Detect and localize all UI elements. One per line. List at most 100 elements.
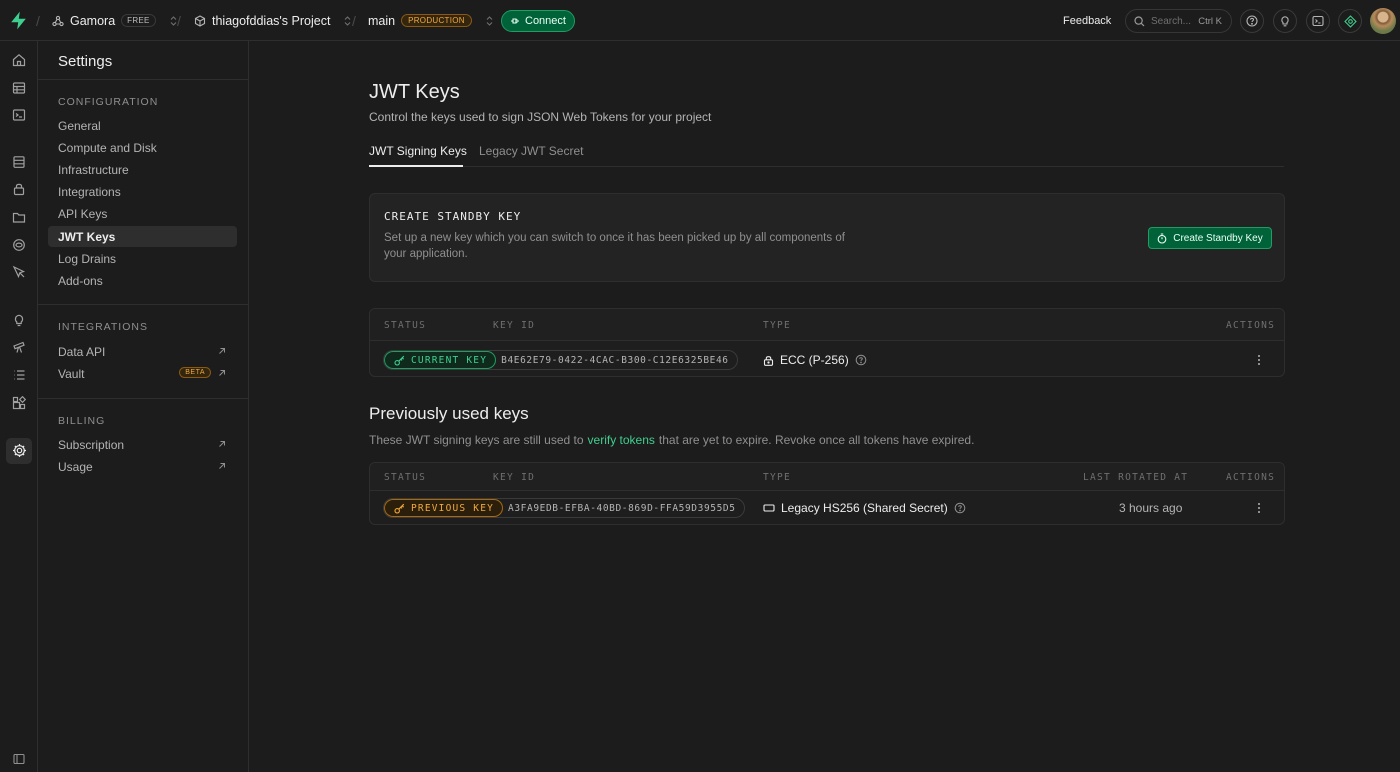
sidebar-item-data-api[interactable]: Data API (48, 341, 237, 362)
table-editor-icon[interactable] (10, 79, 28, 97)
breadcrumb-separator: / (352, 13, 356, 29)
advisors-icon[interactable] (10, 311, 28, 329)
timer-icon (1157, 232, 1167, 244)
sidebar-item-subscription[interactable]: Subscription (48, 434, 237, 455)
search-icon (1134, 15, 1145, 27)
help-button[interactable] (1240, 9, 1264, 33)
sidebar-item-compute-and-disk[interactable]: Compute and Disk (48, 137, 237, 158)
breadcrumb-separator: / (177, 13, 181, 29)
section-heading-billing: BILLING (58, 415, 106, 427)
key-pill[interactable]: PREVIOUS KEY A3FA9EDB-EFBA-40BD-869D-FFA… (383, 498, 745, 518)
column-header-type: TYPE (763, 320, 792, 331)
sidebar-item-infrastructure[interactable]: Infrastructure (48, 159, 237, 180)
divider (38, 304, 248, 305)
column-header-actions: ACTIONS (1226, 320, 1276, 331)
feedback-button[interactable]: Feedback (1063, 15, 1111, 27)
avatar[interactable] (1370, 8, 1396, 34)
key-icon (394, 355, 405, 366)
project-switcher[interactable]: thiagofddias's Project (194, 0, 351, 41)
search-input[interactable]: Search... Ctrl K (1125, 9, 1232, 33)
auth-icon[interactable] (10, 180, 28, 198)
sidebar-item-jwt-keys[interactable]: JWT Keys (48, 226, 237, 247)
key-icon (394, 503, 405, 514)
breadcrumb-separator: / (36, 13, 40, 29)
org-icon (52, 15, 64, 27)
sidebar-item-label: Vault (58, 366, 85, 381)
tab-legacy-jwt-secret[interactable]: Legacy JWT Secret (479, 144, 583, 158)
sidebar-item-usage[interactable]: Usage (48, 456, 237, 477)
edge-functions-icon[interactable] (10, 236, 28, 254)
sidebar-item-add-ons[interactable]: Add-ons (48, 270, 237, 291)
whats-new-button[interactable] (1273, 9, 1297, 33)
status-label: CURRENT KEY (411, 354, 488, 366)
current-key-table: STATUS KEY ID TYPE ACTIONS CURRENT KEY B… (369, 308, 1285, 377)
standby-card-description: Set up a new key which you can switch to… (384, 232, 845, 260)
home-icon[interactable] (10, 51, 28, 69)
status-badge-current-key: CURRENT KEY (384, 351, 497, 369)
section-heading-integrations: INTEGRATIONS (58, 321, 148, 333)
diamond-icon (1343, 14, 1357, 28)
column-header-status: STATUS (384, 320, 427, 331)
sidebar-item-label: Usage (58, 459, 93, 474)
verify-tokens-link[interactable]: verify tokens (588, 433, 655, 447)
external-link-icon (218, 347, 226, 355)
page-title: JWT Keys (369, 81, 460, 103)
integrations-icon[interactable] (10, 394, 28, 412)
chevron-up-down-icon (486, 15, 493, 26)
divider (38, 398, 248, 399)
storage-icon[interactable] (10, 208, 28, 226)
description-text: These JWT signing keys are still used to (369, 433, 584, 447)
key-pill[interactable]: CURRENT KEY B4E62E79-0422-4CAC-B300-C12E… (383, 350, 738, 370)
sidebar-item-integrations[interactable]: Integrations (48, 181, 237, 202)
create-standby-key-button[interactable]: Create Standby Key (1148, 227, 1272, 249)
tab-jwt-signing-keys[interactable]: JWT Signing Keys (369, 144, 467, 158)
sidebar-item-label: Subscription (58, 437, 125, 452)
previously-used-keys-description: These JWT signing keys are still used to… (369, 433, 974, 447)
row-actions-menu-icon[interactable] (1252, 501, 1266, 515)
key-type: Legacy HS256 (Shared Secret) (763, 501, 966, 515)
sidebar-item-vault[interactable]: Vault BETA (48, 363, 237, 384)
sidebar-item-log-drains[interactable]: Log Drains (48, 248, 237, 269)
branch-env-badge: PRODUCTION (401, 14, 472, 27)
shared-secret-icon (763, 503, 775, 513)
terminal-icon (1312, 15, 1324, 27)
reports-icon[interactable] (10, 338, 28, 356)
column-header-actions: ACTIONS (1226, 472, 1276, 483)
chevron-up-down-icon (344, 15, 351, 26)
external-link-icon (218, 440, 226, 448)
help-icon (1246, 15, 1258, 27)
project-name: thiagofddias's Project (212, 13, 331, 28)
plug-icon (510, 16, 520, 26)
logs-icon[interactable] (10, 366, 28, 384)
sidebar-item-api-keys[interactable]: API Keys (48, 203, 237, 224)
settings-sidebar: Settings CONFIGURATION General Compute a… (38, 41, 249, 772)
assistant-button[interactable] (1306, 9, 1330, 33)
help-icon[interactable] (855, 354, 867, 366)
connect-button[interactable]: Connect (501, 10, 575, 32)
beta-badge: BETA (179, 367, 211, 378)
column-header-status: STATUS (384, 472, 427, 483)
database-icon[interactable] (10, 153, 28, 171)
table-header: STATUS KEY ID TYPE ACTIONS (370, 309, 1284, 341)
branch-switcher[interactable]: main PRODUCTION (368, 0, 493, 41)
sidebar-item-general[interactable]: General (48, 115, 237, 136)
active-tab-indicator (369, 165, 463, 167)
advisor-button[interactable] (1338, 9, 1362, 33)
standby-card-title: CREATE STANDBY KEY (384, 210, 522, 223)
sql-editor-icon[interactable] (10, 106, 28, 124)
row-actions-menu-icon[interactable] (1252, 353, 1266, 367)
key-type: ECC (P-256) (763, 353, 867, 367)
lightbulb-icon (1279, 15, 1291, 27)
sidebar-title: Settings (58, 53, 113, 70)
collapse-sidebar-icon[interactable] (10, 750, 28, 768)
column-header-key-id: KEY ID (493, 472, 536, 483)
org-switcher[interactable]: Gamora FREE (52, 0, 177, 41)
supabase-logo-icon[interactable] (10, 11, 27, 30)
settings-icon[interactable] (10, 441, 28, 459)
section-heading-configuration: CONFIGURATION (58, 96, 159, 108)
realtime-icon[interactable] (10, 263, 28, 281)
external-link-icon (218, 369, 226, 377)
help-icon[interactable] (954, 502, 966, 514)
create-standby-key-label: Create Standby Key (1173, 232, 1263, 244)
external-link-icon (218, 462, 226, 470)
